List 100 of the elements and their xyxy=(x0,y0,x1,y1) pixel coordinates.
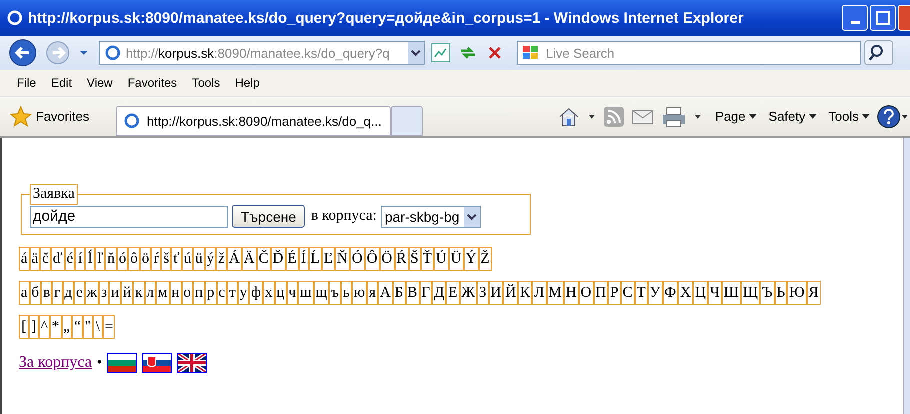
printer-icon[interactable] xyxy=(661,106,688,128)
character-key[interactable]: Ä xyxy=(242,247,257,271)
dropdown-icon[interactable] xyxy=(78,48,90,58)
flag-icon[interactable] xyxy=(142,353,172,373)
character-key[interactable]: ь xyxy=(341,281,352,305)
character-key[interactable]: З xyxy=(477,281,489,305)
character-key[interactable]: б xyxy=(30,281,42,305)
character-key[interactable]: [ xyxy=(19,315,29,339)
character-key[interactable]: Š xyxy=(408,247,421,271)
menu-item[interactable]: Edit xyxy=(51,76,72,90)
character-key[interactable]: Т xyxy=(634,281,648,305)
address-field[interactable]: http://korpus.sk:8090/manatee.ks/do_query?q xyxy=(99,41,425,65)
character-key[interactable]: ď xyxy=(51,247,65,271)
character-key[interactable]: Л xyxy=(532,281,546,305)
scrollbar[interactable] xyxy=(903,138,910,414)
character-key[interactable]: Ó xyxy=(350,247,365,271)
character-key[interactable]: ú xyxy=(182,247,194,271)
character-key[interactable]: ^ xyxy=(39,315,50,339)
character-key[interactable]: ť xyxy=(171,247,182,271)
character-key[interactable]: Č xyxy=(256,247,271,271)
character-key[interactable]: л xyxy=(144,281,156,305)
character-key[interactable]: Г xyxy=(420,281,432,305)
character-key[interactable]: п xyxy=(193,281,206,305)
character-key[interactable]: Й xyxy=(503,281,518,305)
minimize-button[interactable] xyxy=(842,5,868,31)
character-key[interactable]: ш xyxy=(298,281,314,305)
character-key[interactable]: é xyxy=(64,247,76,271)
character-key[interactable]: Ň xyxy=(335,247,350,271)
character-key[interactable]: р xyxy=(205,281,217,305)
character-key[interactable]: е xyxy=(74,281,85,305)
character-key[interactable]: н xyxy=(170,281,182,305)
character-key[interactable]: Ž xyxy=(478,247,492,271)
character-key[interactable]: š xyxy=(161,247,172,271)
character-key[interactable]: Ŕ xyxy=(394,247,409,271)
menu-item[interactable]: View xyxy=(87,76,113,90)
character-key[interactable]: о xyxy=(182,281,194,305)
character-key[interactable]: Í xyxy=(298,247,309,271)
character-key[interactable]: í xyxy=(75,247,86,271)
character-key[interactable]: й xyxy=(121,281,134,305)
toolbar-menu[interactable]: Page xyxy=(715,109,757,124)
character-key[interactable]: ч xyxy=(286,281,298,305)
character-key[interactable]: Ö xyxy=(380,247,395,271)
character-key[interactable]: Ť xyxy=(420,247,434,271)
character-key[interactable]: * xyxy=(50,315,62,339)
character-key[interactable]: х xyxy=(263,281,275,305)
compatibility-icon[interactable] xyxy=(430,42,452,64)
character-key[interactable]: ф xyxy=(249,281,264,305)
character-key[interactable]: И xyxy=(488,281,504,305)
character-key[interactable]: Я xyxy=(806,281,821,305)
maximize-button[interactable] xyxy=(870,5,896,31)
character-key[interactable]: О xyxy=(578,281,594,305)
character-key[interactable]: ŕ xyxy=(151,247,162,271)
character-key[interactable]: в xyxy=(41,281,52,305)
character-key[interactable]: П xyxy=(594,281,608,305)
search-icon[interactable] xyxy=(864,40,894,66)
character-key[interactable]: м xyxy=(156,281,170,305)
character-key[interactable]: В xyxy=(406,281,420,305)
character-key[interactable]: ю xyxy=(352,281,368,305)
character-key[interactable]: Ъ xyxy=(760,281,775,305)
about-link[interactable]: За корпуса xyxy=(19,354,92,372)
character-key[interactable]: \ xyxy=(93,315,104,339)
character-key[interactable]: щ xyxy=(314,281,330,305)
character-key[interactable]: č xyxy=(40,247,52,271)
search-field[interactable]: Live Search xyxy=(517,41,861,65)
search-button[interactable]: Търсене xyxy=(232,205,306,228)
character-key[interactable]: Ü xyxy=(448,247,464,271)
menu-item[interactable]: Tools xyxy=(192,76,220,90)
character-key[interactable]: я xyxy=(367,281,378,305)
character-key[interactable]: ä xyxy=(30,247,40,271)
character-key[interactable]: Б xyxy=(392,281,406,305)
help-icon[interactable] xyxy=(876,104,910,130)
character-key[interactable]: ĺ xyxy=(85,247,96,271)
character-key[interactable]: ľ xyxy=(95,247,106,271)
caret-icon[interactable] xyxy=(587,112,598,120)
character-key[interactable]: ö xyxy=(140,247,152,271)
caret-icon[interactable] xyxy=(693,112,704,120)
character-key[interactable]: Ф xyxy=(662,281,678,305)
character-key[interactable]: Д xyxy=(432,281,446,305)
browser-tab[interactable]: http://korpus.sk:8090/manatee.ks/do_q... xyxy=(116,106,391,136)
character-key[interactable]: у xyxy=(238,281,250,305)
character-key[interactable]: ж xyxy=(84,281,100,305)
character-key[interactable]: Ш xyxy=(722,281,741,305)
query-field[interactable]: дойде xyxy=(30,206,228,228)
character-key[interactable]: К xyxy=(518,281,532,305)
character-key[interactable]: Ц xyxy=(693,281,708,305)
character-key[interactable]: Х xyxy=(678,281,694,305)
character-key[interactable]: ž xyxy=(216,247,228,271)
character-key[interactable]: " xyxy=(82,315,94,339)
character-key[interactable]: Р xyxy=(608,281,621,305)
character-key[interactable]: М xyxy=(546,281,564,305)
toolbar-menu[interactable]: Safety xyxy=(768,109,817,124)
menu-item[interactable]: Favorites xyxy=(128,76,178,90)
character-key[interactable]: с xyxy=(216,281,228,305)
toolbar-menu[interactable]: Tools xyxy=(828,109,870,124)
flag-icon[interactable] xyxy=(107,353,138,373)
character-key[interactable]: А xyxy=(378,281,393,305)
character-key[interactable]: É xyxy=(286,247,299,271)
character-key[interactable]: Ĺ xyxy=(308,247,322,271)
character-key[interactable]: Ч xyxy=(708,281,722,305)
character-key[interactable]: д xyxy=(62,281,74,305)
